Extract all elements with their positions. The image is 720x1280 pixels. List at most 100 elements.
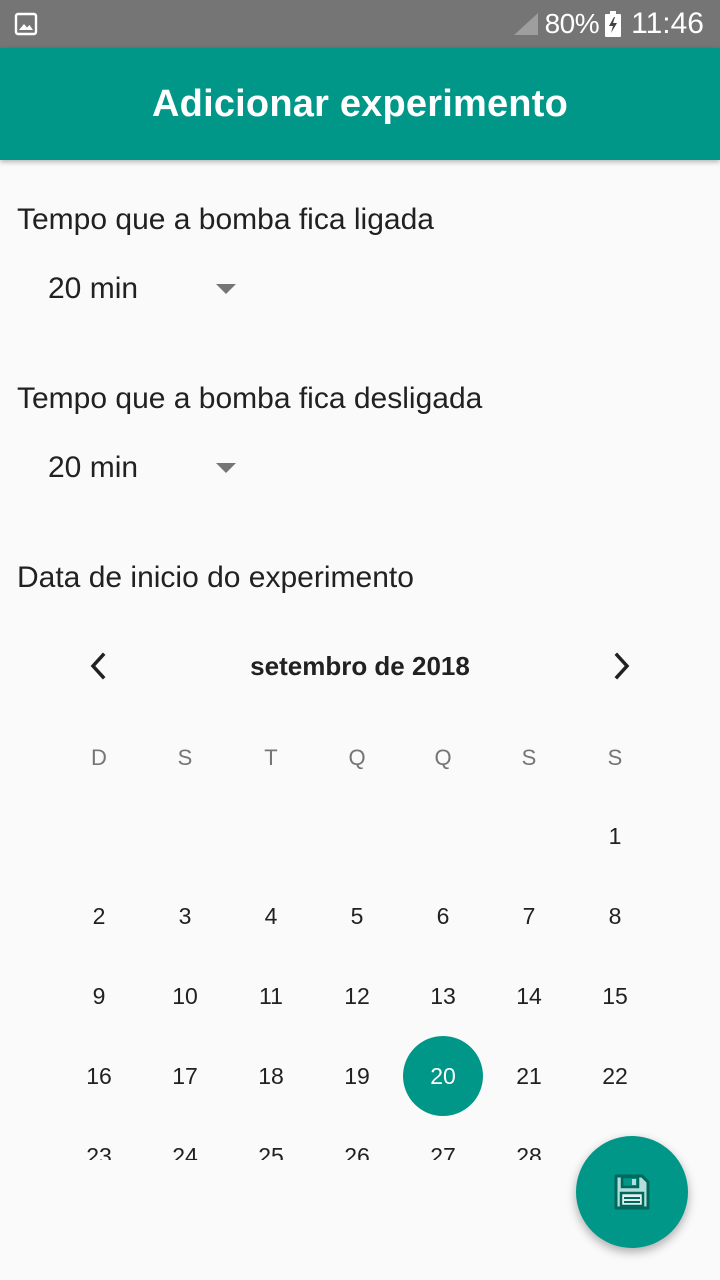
calendar-day[interactable]: 4 [228,876,314,956]
calendar-day[interactable]: 9 [56,956,142,1036]
battery-percent: 80% [544,8,600,39]
calendar-day[interactable]: 8 [572,876,658,956]
calendar-day[interactable]: 6 [400,876,486,956]
calendar-day-label: 13 [430,982,456,1009]
calendar-day[interactable]: 12 [314,956,400,1036]
status-bar: 80% 11:46 [0,0,720,48]
calendar-empty-cell [228,796,314,876]
calendar-empty-cell [400,796,486,876]
calendar-empty-cell [314,796,400,876]
dropdown-arrow-icon [216,463,236,473]
calendar-day[interactable]: 18 [228,1036,314,1116]
weekday-label: S [521,745,537,770]
calendar-day-label: 5 [350,902,364,929]
weekday-label: Q [434,745,452,770]
app-bar: Adicionar experimento [0,48,720,160]
calendar-day[interactable]: 10 [142,956,228,1036]
weekday-label: D [91,745,107,770]
weekday-label: Q [348,745,366,770]
page-title: Adicionar experimento [152,82,568,125]
calendar-day-label: 22 [602,1062,628,1089]
calendar-day-label: 19 [344,1062,370,1089]
gallery-icon [14,12,38,36]
pump-on-value: 20 min [48,272,139,305]
calendar-day[interactable]: 23 [56,1116,142,1161]
calendar-week-row: 1 [56,796,658,876]
calendar-day[interactable]: 26 [314,1116,400,1161]
calendar-day-label: 28 [516,1142,542,1161]
calendar-day-selected[interactable]: 20 [400,1036,486,1116]
weekday-label: S [607,745,623,770]
calendar-day-label: 25 [258,1142,284,1161]
calendar-day-label: 18 [258,1062,284,1089]
calendar-day-label: 10 [172,982,198,1009]
calendar-week-row: 2 3 4 5 6 7 8 [56,876,658,956]
calendar-day-label: 26 [344,1142,370,1161]
calendar-day-label: 21 [516,1062,542,1089]
screen: 80% 11:46 Adicionar experimento Tempo qu… [0,0,720,1280]
calendar-day-label: 12 [344,982,370,1009]
calendar-month-title: setembro de 2018 [250,650,470,681]
calendar-weeks: 1 2 3 4 5 6 7 8 9 10 11 12 13 14 15 16 17 18 19 20 21 22 23 24 2… [56,796,658,1161]
calendar-day[interactable]: 25 [228,1116,314,1161]
pump-off-label: Tempo que a bomba fica desligada [17,382,483,415]
pump-off-spinner[interactable]: 20 min [48,438,248,498]
chevron-left-icon [90,652,106,680]
signal-icon [513,13,538,35]
calendar-day[interactable]: 27 [400,1116,486,1161]
calendar-week-row: 23242526272829 [56,1116,658,1161]
weekday-label: S [177,745,193,770]
calendar-day[interactable]: 28 [486,1116,572,1161]
calendar-empty-cell [56,796,142,876]
previous-month-button[interactable] [74,642,122,690]
weekday-label: T [264,745,278,770]
calendar-empty-cell [486,796,572,876]
weekday-header-row: D S T Q Q S S [56,720,658,796]
calendar-day-label: 16 [86,1062,112,1089]
calendar-day-label: 1 [608,822,622,849]
save-button[interactable] [576,1136,688,1248]
calendar-day-label: 4 [264,902,278,929]
calendar-day[interactable]: 5 [314,876,400,956]
calendar-day[interactable]: 7 [486,876,572,956]
calendar-day[interactable]: 21 [486,1036,572,1116]
pump-on-spinner[interactable]: 20 min [48,259,248,319]
calendar-day[interactable]: 15 [572,956,658,1036]
calendar-day-label: 3 [178,902,192,929]
calendar-day[interactable]: 3 [142,876,228,956]
pump-off-value: 20 min [48,451,139,484]
calendar-day-label: 14 [516,982,542,1009]
calendar-day[interactable]: 17 [142,1036,228,1116]
clock: 11:46 [631,7,704,40]
calendar-day-label: 8 [608,902,622,929]
calendar-week-row: 16 17 18 19 20 21 22 [56,1036,658,1116]
calendar-empty-cell [142,796,228,876]
calendar-day-label: 11 [259,982,283,1009]
calendar-day-label: 6 [436,902,450,929]
calendar-day-label: 20 [403,1036,483,1116]
calendar-day-label: 7 [522,902,536,929]
calendar-day-label: 9 [92,982,106,1009]
calendar-day-label: 15 [602,982,628,1009]
calendar-day-label: 27 [430,1142,456,1161]
calendar-day[interactable]: 24 [142,1116,228,1161]
calendar-day[interactable]: 13 [400,956,486,1036]
status-indicators: 80% 11:46 [513,0,704,48]
calendar-day[interactable]: 16 [56,1036,142,1116]
calendar-day-label: 2 [92,902,106,929]
calendar-day-label: 23 [86,1142,112,1161]
calendar-day[interactable]: 19 [314,1036,400,1116]
dropdown-arrow-icon [216,284,236,294]
battery-charging-icon [605,11,622,37]
calendar-day[interactable]: 11 [228,956,314,1036]
start-date-label: Data de inicio do experimento [17,561,414,594]
calendar-week-row: 9 10 11 12 13 14 15 [56,956,658,1036]
calendar-day[interactable]: 2 [56,876,142,956]
calendar-grid: D S T Q Q S S 1 2 3 4 5 6 7 8 9 10 11 12 13 14 15 16 17 1… [56,720,658,1160]
calendar-day-label: 24 [172,1142,198,1161]
calendar-day[interactable]: 1 [572,796,658,876]
chevron-right-icon [614,652,630,680]
calendar-day[interactable]: 22 [572,1036,658,1116]
next-month-button[interactable] [598,642,646,690]
calendar-day[interactable]: 14 [486,956,572,1036]
